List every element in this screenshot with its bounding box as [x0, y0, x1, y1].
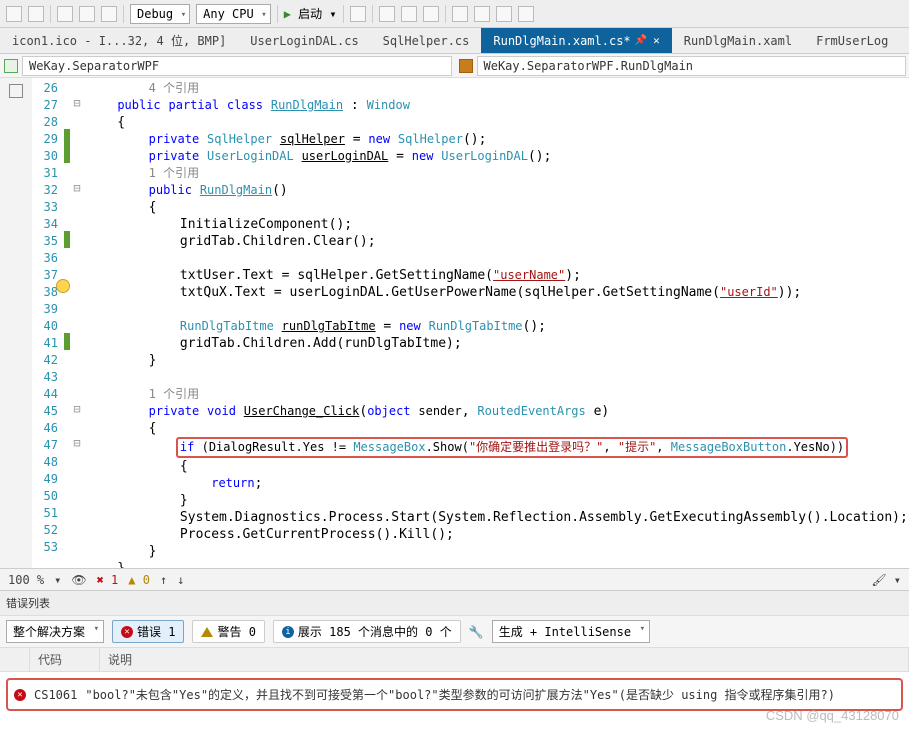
config-combo[interactable]: Debug: [130, 4, 190, 24]
toolbar-icon[interactable]: [6, 6, 22, 22]
col-icon[interactable]: [0, 648, 30, 671]
toolbar-icon[interactable]: [452, 6, 468, 22]
run-button[interactable]: ▶ 启动 ▾: [284, 5, 337, 22]
namespace-combo[interactable]: WeKay.SeparatorWPF: [22, 56, 452, 76]
toolbar-icon[interactable]: [423, 6, 439, 22]
brush-icon[interactable]: 🖌 ▾: [871, 573, 901, 587]
tab-label: icon1.ico - I...32, 4 位, BMP]: [12, 32, 226, 49]
toolbar-icon[interactable]: [518, 6, 534, 22]
col-code[interactable]: 代码: [30, 648, 100, 671]
nav-up[interactable]: ↑: [160, 573, 167, 587]
platform-combo[interactable]: Any CPU: [196, 4, 271, 24]
toolbar-separator: [445, 5, 446, 23]
tab-userlogindal[interactable]: UserLoginDAL.cs: [238, 28, 370, 53]
toolbar-icon[interactable]: [28, 6, 44, 22]
info-icon: i: [282, 626, 294, 638]
error-list-title: 错误列表: [0, 591, 909, 616]
code-editor[interactable]: 2627282930313233343536373839404142434445…: [0, 78, 909, 568]
toolbar-icon[interactable]: [496, 6, 512, 22]
warning-count[interactable]: ▲ 0: [128, 573, 150, 587]
scope-combo[interactable]: 整个解决方案: [6, 620, 104, 643]
toolbar-icon[interactable]: [79, 6, 95, 22]
health-icon[interactable]: 👁: [71, 573, 86, 587]
error-list-toolbar: 整个解决方案 ✕ 错误 1 警告 0 i 展示 185 个消息中的 0 个 🔧 生成…: [0, 616, 909, 648]
margin-icon[interactable]: [9, 84, 23, 98]
error-code: CS1061: [34, 688, 77, 702]
tab-label: RunDlgMain.xaml: [684, 34, 792, 48]
toolbar-icon[interactable]: [379, 6, 395, 22]
tab-sqlhelper[interactable]: SqlHelper.cs: [371, 28, 482, 53]
error-list-header: 代码 说明: [0, 648, 909, 672]
toolbar-separator: [372, 5, 373, 23]
tab-rundlgmain-xaml[interactable]: RunDlgMain.xaml: [672, 28, 804, 53]
csharp-icon: [4, 59, 18, 73]
toolbar-icon[interactable]: [101, 6, 117, 22]
error-count[interactable]: ✖ 1: [97, 573, 119, 587]
error-row[interactable]: ✕ CS1061 "bool?"未包含"Yes"的定义，并且找不到可接受第一个"…: [6, 678, 903, 711]
filter-label: 错误 1: [137, 623, 175, 640]
class-combo[interactable]: WeKay.SeparatorWPF.RunDlgMain: [477, 56, 907, 76]
tab-label: RunDlgMain.xaml.cs*: [493, 34, 630, 48]
filter-label: 展示 185 个消息中的 0 个: [298, 623, 452, 640]
warning-icon: [201, 627, 213, 637]
tab-icon1[interactable]: icon1.ico - I...32, 4 位, BMP]: [0, 28, 238, 53]
error-list-panel: 错误列表 整个解决方案 ✕ 错误 1 警告 0 i 展示 185 个消息中的 0 个…: [0, 590, 909, 711]
run-label: 启动: [298, 7, 322, 21]
filter-label: 警告 0: [217, 623, 255, 640]
toolbar-separator: [123, 5, 124, 23]
build-filter-icon[interactable]: 🔧: [469, 625, 484, 639]
tab-label: SqlHelper.cs: [383, 34, 470, 48]
class-icon: [459, 59, 473, 73]
build-combo[interactable]: 生成 + IntelliSense: [492, 620, 650, 643]
error-icon: ✕: [121, 626, 133, 638]
outline-margin[interactable]: ⊟⊟⊟⊟: [70, 78, 84, 568]
toolbar-icon[interactable]: [401, 6, 417, 22]
messages-filter[interactable]: i 展示 185 个消息中的 0 个: [273, 620, 461, 643]
code-area[interactable]: 4 个引用 public partial class RunDlgMain : …: [84, 78, 909, 568]
close-icon[interactable]: ✕: [653, 34, 660, 47]
error-desc: "bool?"未包含"Yes"的定义，并且找不到可接受第一个"bool?"类型参…: [85, 686, 835, 703]
line-numbers: 2627282930313233343536373839404142434445…: [32, 78, 64, 568]
navigation-bar: WeKay.SeparatorWPF WeKay.SeparatorWPF.Ru…: [0, 54, 909, 78]
tab-label: FrmUserLog: [816, 34, 888, 48]
main-toolbar: Debug Any CPU ▶ 启动 ▾: [0, 0, 909, 28]
toolbar-icon[interactable]: [350, 6, 366, 22]
toolbar-icon[interactable]: [57, 6, 73, 22]
editor-statusbar: 100 %▾ 👁 ✖ 1 ▲ 0 ↑ ↓ 🖌 ▾: [0, 568, 909, 590]
tab-frmuserlog[interactable]: FrmUserLog: [804, 28, 900, 53]
watermark: CSDN @qq_43128070: [766, 708, 899, 723]
toolbar-icon[interactable]: [474, 6, 490, 22]
document-tabs: icon1.ico - I...32, 4 位, BMP] UserLoginD…: [0, 28, 909, 54]
warnings-filter[interactable]: 警告 0: [192, 620, 264, 643]
lightbulb-icon[interactable]: [56, 279, 70, 293]
col-desc[interactable]: 说明: [100, 648, 909, 671]
tab-label: UserLoginDAL.cs: [250, 34, 358, 48]
nav-down[interactable]: ↓: [177, 573, 184, 587]
toolbar-separator: [277, 5, 278, 23]
play-icon: ▶: [284, 7, 298, 21]
error-icon: ✕: [14, 689, 26, 701]
toolbar-separator: [50, 5, 51, 23]
indicator-margin: [0, 78, 32, 568]
errors-filter[interactable]: ✕ 错误 1: [112, 620, 184, 643]
zoom-level[interactable]: 100 %: [8, 573, 44, 587]
pin-icon[interactable]: 📌: [635, 35, 647, 46]
tab-rundlgmain-cs[interactable]: RunDlgMain.xaml.cs* 📌 ✕: [481, 28, 671, 53]
toolbar-separator: [343, 5, 344, 23]
